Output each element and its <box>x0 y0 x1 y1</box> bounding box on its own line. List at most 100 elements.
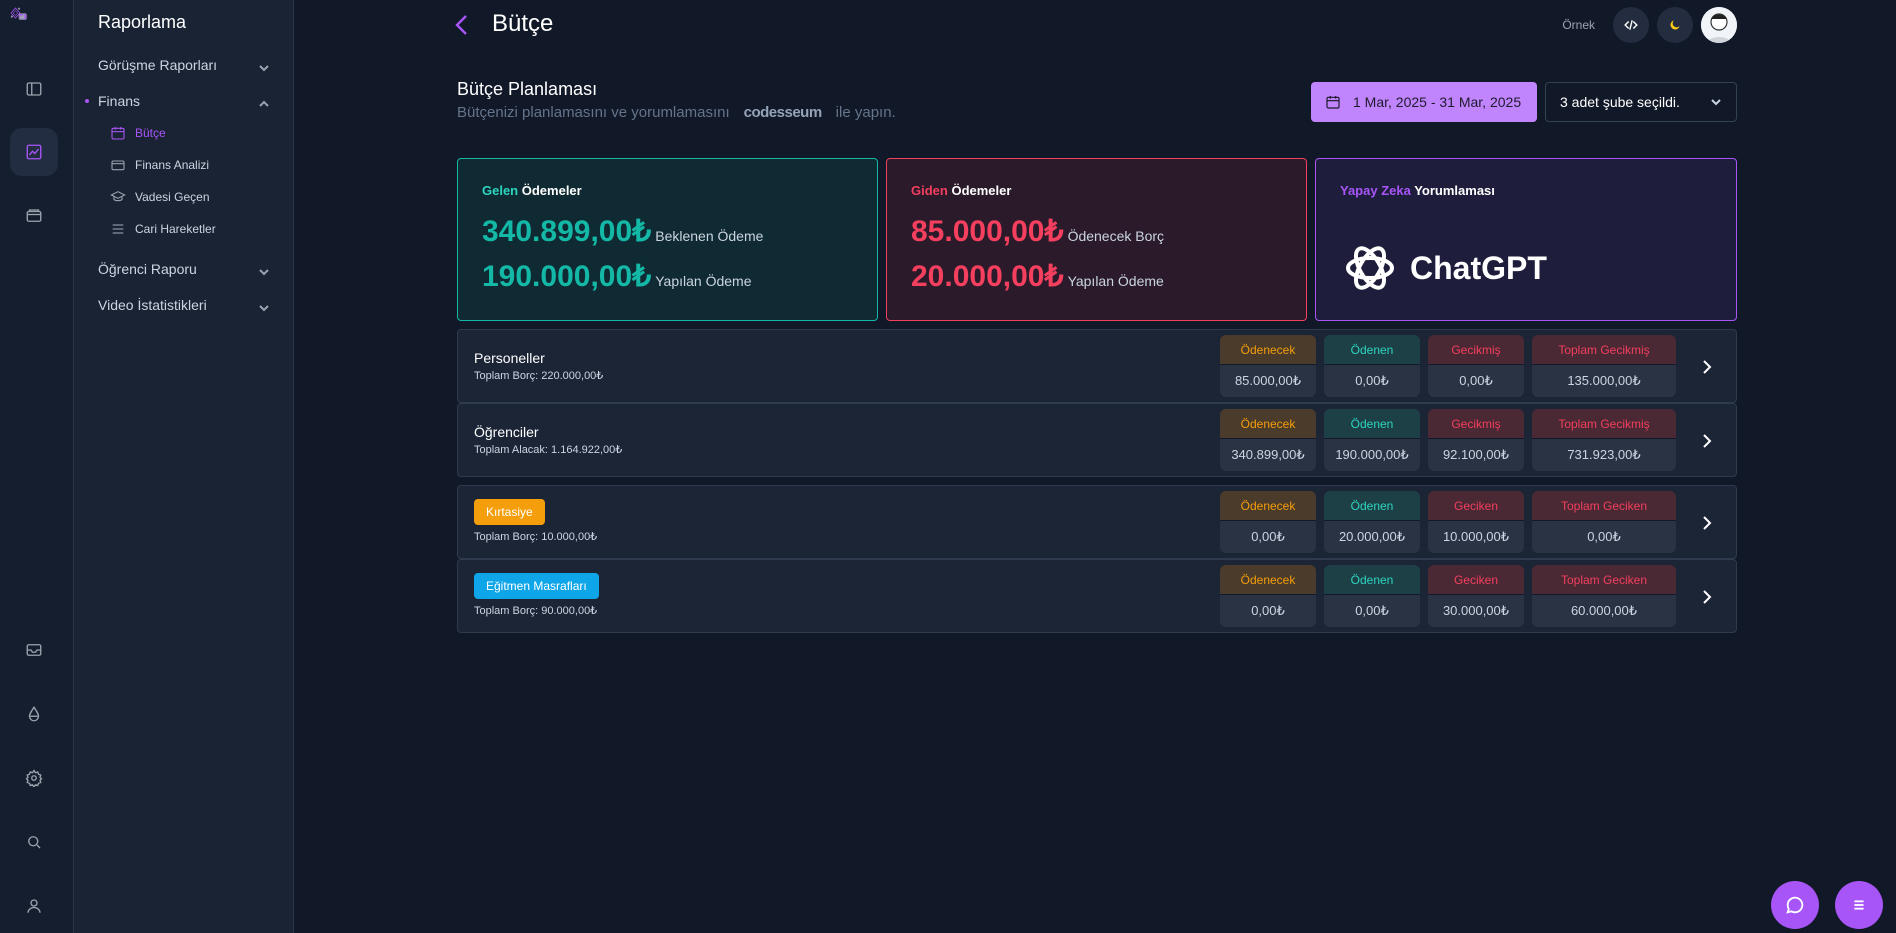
pill-due: Ödenecek 0,00₺ <box>1220 491 1316 553</box>
chat-bubble-icon <box>1786 896 1804 914</box>
row-total: Toplam Alacak: 1.164.922,00₺ <box>474 444 623 456</box>
pill-value: 135.000,00₺ <box>1532 365 1676 397</box>
pill-paid: Ödenen 0,00₺ <box>1324 335 1420 397</box>
category-tag: Kırtasiye <box>474 499 545 525</box>
menu-label: Görüşme Raporları <box>98 57 218 73</box>
budget-row-egitmen-masraflari[interactable]: Eğitmen Masrafları Toplam Borç: 90.000,0… <box>457 559 1737 633</box>
chevron-down-icon <box>259 300 269 312</box>
date-range-picker[interactable]: 1 Mar, 2025 - 31 Mar, 2025 <box>1311 82 1537 122</box>
submenu-finans-analizi[interactable]: Finans Analizi <box>110 156 209 174</box>
pill-header: Toplam Gecikmiş <box>1532 335 1676 365</box>
chevron-right-icon[interactable] <box>1700 514 1714 532</box>
expected-payment-value: 340.899,00₺ <box>482 215 652 248</box>
pill-value: 190.000,00₺ <box>1324 439 1420 471</box>
submenu-vadesi-gecen[interactable]: Vadesi Geçen <box>110 188 210 206</box>
wallet-icon[interactable] <box>17 199 51 233</box>
budget-row-ogrenciler[interactable]: Öğrenciler Toplam Alacak: 1.164.922,00₺ … <box>457 403 1737 477</box>
pill-total-overdue: Toplam Geciken 60.000,00₺ <box>1532 565 1676 627</box>
app-logo-icon[interactable]: ai <box>9 4 59 44</box>
card-title-highlight: Yapay Zeka <box>1340 183 1411 198</box>
pill-value: 0,00₺ <box>1428 365 1524 397</box>
pill-header: Geciken <box>1428 491 1524 521</box>
branch-select[interactable]: 3 adet şube seçildi. <box>1545 82 1737 122</box>
debt-due-value: 85.000,00₺ <box>911 215 1064 248</box>
menu-ogrenci-raporu[interactable]: Öğrenci Raporu <box>98 259 269 279</box>
icon-rail: ai <box>0 0 74 933</box>
pill-total-overdue: Toplam Gecikmiş 731.923,00₺ <box>1532 409 1676 471</box>
avatar[interactable] <box>1701 7 1737 43</box>
submenu-butce[interactable]: Bütçe <box>110 124 166 142</box>
chevron-down-icon <box>1711 99 1721 106</box>
submenu-label: Bütçe <box>135 126 166 140</box>
date-range-label: 1 Mar, 2025 - 31 Mar, 2025 <box>1353 94 1522 110</box>
debt-due-label: Ödenecek Borç <box>1067 228 1165 244</box>
menu-finans[interactable]: Finans <box>85 91 269 111</box>
inbox-icon[interactable] <box>17 633 51 667</box>
menu-gorusme-raporlari[interactable]: Görüşme Raporları <box>98 55 269 75</box>
pill-header: Ödenecek <box>1220 409 1316 439</box>
chevron-right-icon[interactable] <box>1700 588 1714 606</box>
pill-value: 0,00₺ <box>1324 595 1420 627</box>
pill-overdue: Geciken 10.000,00₺ <box>1428 491 1524 553</box>
outgoing-payments-card: Giden Ödemeler 85.000,00₺ Ödenecek Borç … <box>886 158 1307 321</box>
branch-select-value: 3 adet şube seçildi. <box>1560 94 1680 110</box>
pill-value: 340.899,00₺ <box>1220 439 1316 471</box>
sidebar-toggle-icon[interactable] <box>17 72 51 106</box>
reports-chart-icon[interactable] <box>10 128 58 176</box>
pill-due: Ödenecek 85.000,00₺ <box>1220 335 1316 397</box>
active-dot <box>85 99 89 103</box>
submenu-label: Vadesi Geçen <box>135 190 210 204</box>
made-payment-value: 190.000,00₺ <box>482 260 652 293</box>
budget-row-kirtasiye[interactable]: Kırtasiye Toplam Borç: 10.000,00₺ Ödenec… <box>457 485 1737 559</box>
search-icon[interactable] <box>17 825 51 859</box>
user-icon[interactable] <box>17 889 51 923</box>
card-title-text: Yorumlaması <box>1414 183 1495 198</box>
pill-header: Toplam Geciken <box>1532 491 1676 521</box>
pill-total-overdue: Toplam Geciken 0,00₺ <box>1532 491 1676 553</box>
pill-paid: Ödenen 0,00₺ <box>1324 565 1420 627</box>
menu-label: Öğrenci Raporu <box>98 261 197 277</box>
settings-gear-icon[interactable] <box>17 761 51 795</box>
menu-button[interactable] <box>1835 881 1883 929</box>
card-title-text: Ödemeler <box>951 183 1012 198</box>
graduation-cap-icon <box>110 191 126 202</box>
pill-header: Ödenen <box>1324 335 1420 365</box>
category-tag: Eğitmen Masrafları <box>474 573 599 599</box>
submenu-cari-hareketler[interactable]: Cari Hareketler <box>110 220 216 238</box>
chevron-right-icon[interactable] <box>1700 358 1714 376</box>
subtitle-text: Bütçenizi planlamasını ve yorumlamasını <box>457 104 730 121</box>
pill-value: 85.000,00₺ <box>1220 365 1316 397</box>
pill-paid: Ödenen 20.000,00₺ <box>1324 491 1420 553</box>
reports-sidebar: Raporlama Görüşme Raporları Finans Bütçe… <box>74 0 294 933</box>
subtitle-text-end: ile yapın. <box>835 104 896 121</box>
pill-overdue: Gecikmiş 92.100,00₺ <box>1428 409 1524 471</box>
section-title: Bütçe Planlaması <box>457 79 598 99</box>
chevron-right-icon[interactable] <box>1700 432 1714 450</box>
calendar-icon <box>111 127 125 140</box>
svg-text:ai: ai <box>20 14 25 20</box>
chevron-down-icon <box>259 60 269 72</box>
pill-header: Gecikmiş <box>1428 335 1524 365</box>
menu-label: Finans <box>98 93 141 109</box>
pill-header: Ödenecek <box>1220 491 1316 521</box>
made-payment-label: Yapılan Ödeme <box>655 273 752 289</box>
chatgpt-logo: ChatGPT <box>1340 238 1712 298</box>
theme-toggle-button[interactable] <box>1657 7 1693 43</box>
menu-video-istatistikleri[interactable]: Video İstatistikleri <box>98 295 269 315</box>
section-subtitle: Bütçenizi planlamasını ve yorumlamasını … <box>457 104 896 121</box>
ai-commentary-card[interactable]: Yapay Zeka Yorumlaması ChatGPT <box>1315 158 1737 321</box>
row-name: Personeller <box>474 350 545 366</box>
top-actions: Örnek <box>1562 7 1737 43</box>
pill-header: Ödenen <box>1324 409 1420 439</box>
drop-icon[interactable] <box>17 697 51 731</box>
wallet-icon <box>111 160 125 171</box>
code-icon <box>1624 20 1638 30</box>
card-title-text: Ödemeler <box>521 183 582 198</box>
chat-button[interactable] <box>1771 881 1819 929</box>
row-total: Toplam Borç: 10.000,00₺ <box>474 531 598 543</box>
code-button[interactable] <box>1613 7 1649 43</box>
example-label[interactable]: Örnek <box>1562 18 1595 32</box>
pill-due: Ödenecek 340.899,00₺ <box>1220 409 1316 471</box>
back-chevron-icon[interactable] <box>452 12 472 38</box>
budget-row-personeller[interactable]: Personeller Toplam Borç: 220.000,00₺ Öde… <box>457 329 1737 403</box>
